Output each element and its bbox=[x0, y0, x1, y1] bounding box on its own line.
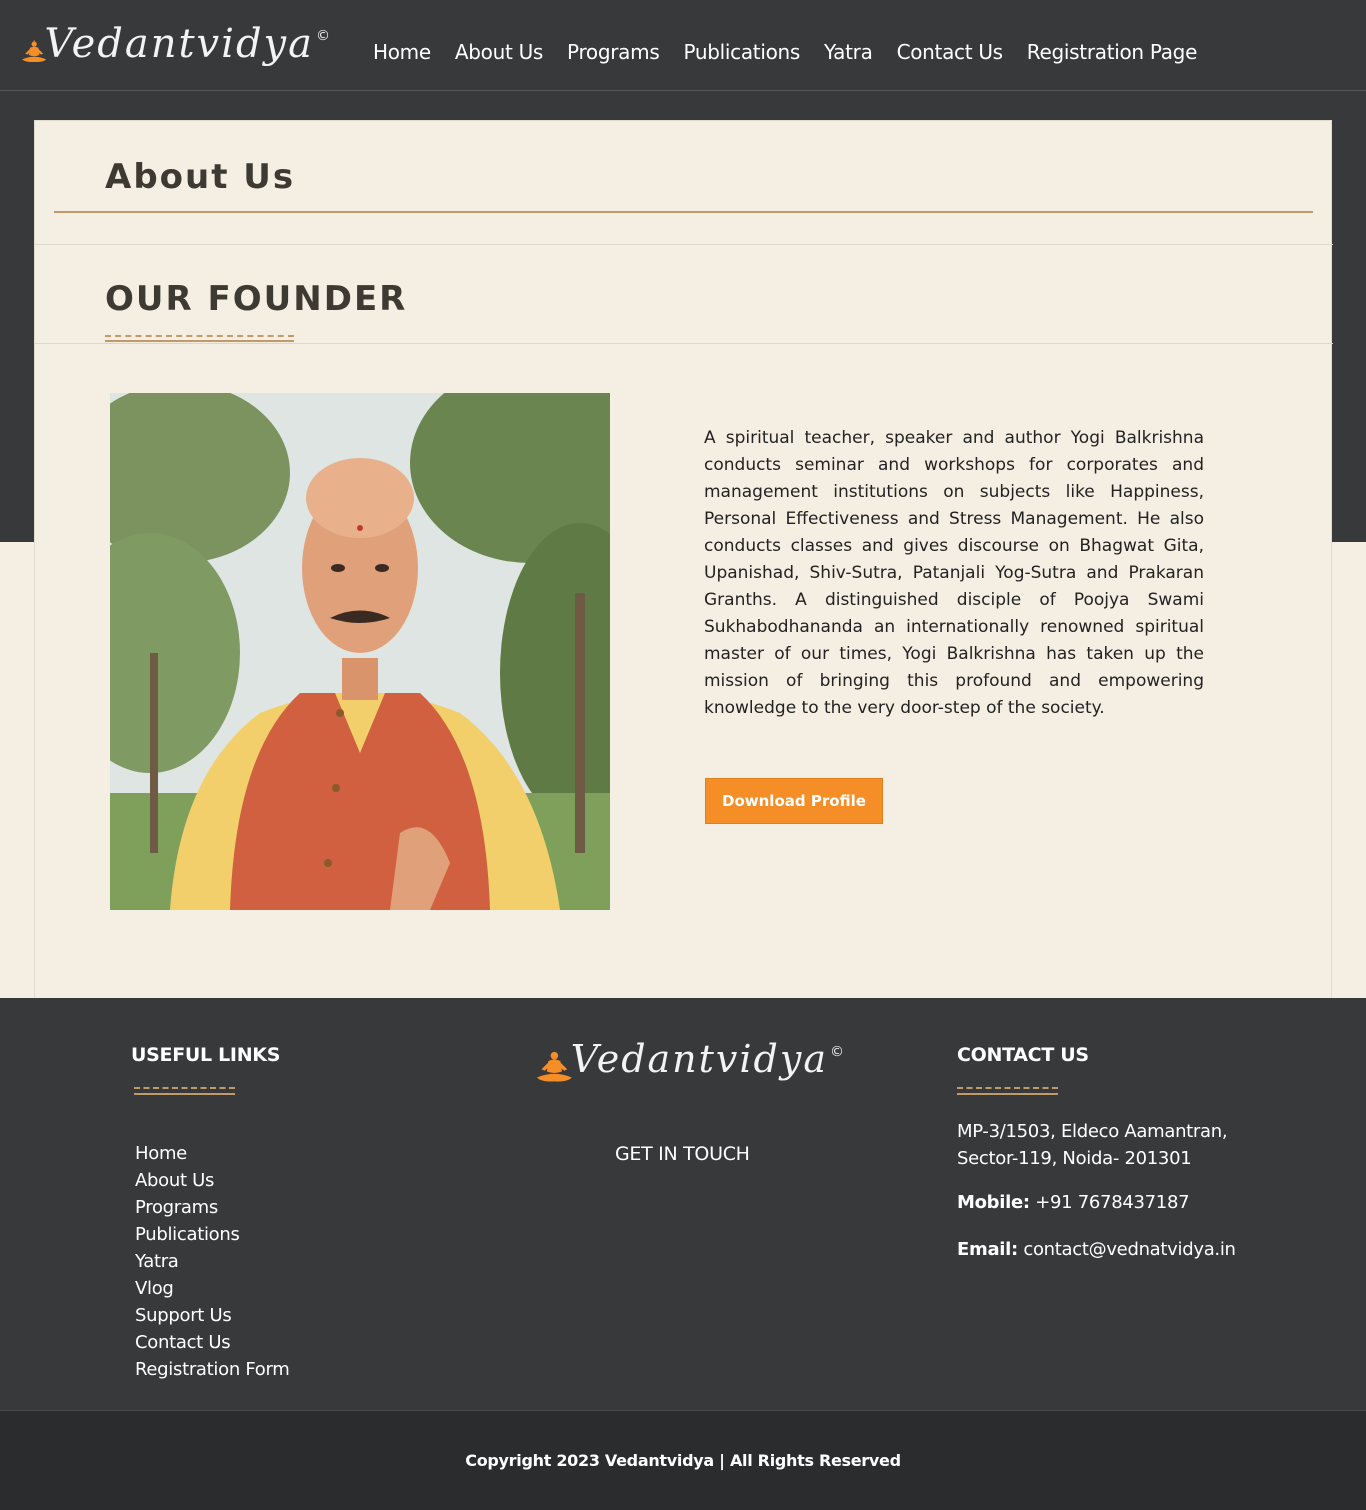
useful-links-underline-solid bbox=[134, 1093, 235, 1095]
footer-link-registration-form[interactable]: Registration Form bbox=[135, 1356, 290, 1383]
contact-address: MP-3/1503, Eldeco Aamantran, Sector-119,… bbox=[957, 1121, 1228, 1169]
section-title-underline-solid bbox=[105, 340, 294, 342]
contact-mobile: Mobile: +91 7678437187 bbox=[957, 1192, 1190, 1213]
contact-email: Email: contact@vednatvidya.in bbox=[957, 1239, 1236, 1260]
site-header: Vedantvidya © Home About Us Programs Pub… bbox=[0, 0, 1366, 91]
copyright-mark: © bbox=[316, 28, 330, 44]
contact-underline-solid bbox=[957, 1093, 1058, 1095]
title-divider bbox=[54, 211, 1313, 213]
content-panel: About Us OUR FOUNDER A spiritual teacher… bbox=[34, 120, 1333, 1000]
meditating-yogi-icon bbox=[537, 1051, 572, 1082]
nav-registration-page[interactable]: Registration Page bbox=[1027, 38, 1198, 66]
mobile-label: Mobile: bbox=[957, 1192, 1030, 1213]
site-logo[interactable]: Vedantvidya © bbox=[20, 24, 330, 90]
section-title: OUR FOUNDER bbox=[105, 279, 408, 319]
logo-wordmark: Vedantvidya bbox=[44, 21, 314, 67]
footer-link-home[interactable]: Home bbox=[135, 1140, 290, 1167]
copyright-bar: Copyright 2023 Vedantvidya | All Rights … bbox=[0, 1410, 1366, 1510]
nav-publications[interactable]: Publications bbox=[683, 38, 800, 66]
nav-programs[interactable]: Programs bbox=[567, 38, 660, 66]
founder-bio: A spiritual teacher, speaker and author … bbox=[704, 428, 1204, 718]
nav-home[interactable]: Home bbox=[373, 38, 431, 66]
footer-link-contact-us[interactable]: Contact Us bbox=[135, 1329, 290, 1356]
contact-underline bbox=[957, 1087, 1058, 1089]
nav-contact-us[interactable]: Contact Us bbox=[897, 38, 1004, 66]
logo-wordmark: Vedantvidya bbox=[570, 1037, 828, 1081]
contact-heading: CONTACT US bbox=[957, 1044, 1089, 1066]
site-footer: USEFUL LINKS Home About Us Programs Publ… bbox=[0, 998, 1366, 1410]
footer-logo[interactable]: Vedantvidya © bbox=[534, 1040, 844, 1106]
mobile-value[interactable]: +91 7678437187 bbox=[1035, 1192, 1189, 1213]
footer-link-yatra[interactable]: Yatra bbox=[135, 1248, 290, 1275]
footer-link-vlog[interactable]: Vlog bbox=[135, 1275, 290, 1302]
email-label: Email: bbox=[957, 1239, 1018, 1260]
nav-about-us[interactable]: About Us bbox=[455, 38, 543, 66]
section-title-underline bbox=[105, 335, 294, 337]
founder-photo-illustration bbox=[110, 393, 610, 910]
section-separator bbox=[35, 343, 1333, 344]
copyright-text: Copyright 2023 Vedantvidya | All Rights … bbox=[465, 1451, 901, 1470]
nav-yatra[interactable]: Yatra bbox=[824, 38, 873, 66]
email-value[interactable]: contact@vednatvidya.in bbox=[1023, 1239, 1236, 1260]
footer-link-about-us[interactable]: About Us bbox=[135, 1167, 290, 1194]
footer-links: Home About Us Programs Publications Yatr… bbox=[135, 1140, 290, 1383]
main-nav: Home About Us Programs Publications Yatr… bbox=[373, 38, 1221, 66]
useful-links-underline bbox=[134, 1087, 235, 1089]
footer-link-support-us[interactable]: Support Us bbox=[135, 1302, 290, 1329]
copyright-mark: © bbox=[830, 1044, 844, 1060]
get-in-touch-heading: GET IN TOUCH bbox=[615, 1143, 750, 1165]
founder-photo bbox=[110, 393, 610, 910]
page-title: About Us bbox=[105, 157, 296, 197]
download-profile-button[interactable]: Download Profile bbox=[705, 778, 883, 824]
section-separator bbox=[35, 244, 1333, 245]
footer-link-programs[interactable]: Programs bbox=[135, 1194, 290, 1221]
useful-links-heading: USEFUL LINKS bbox=[131, 1044, 281, 1066]
footer-link-publications[interactable]: Publications bbox=[135, 1221, 290, 1248]
